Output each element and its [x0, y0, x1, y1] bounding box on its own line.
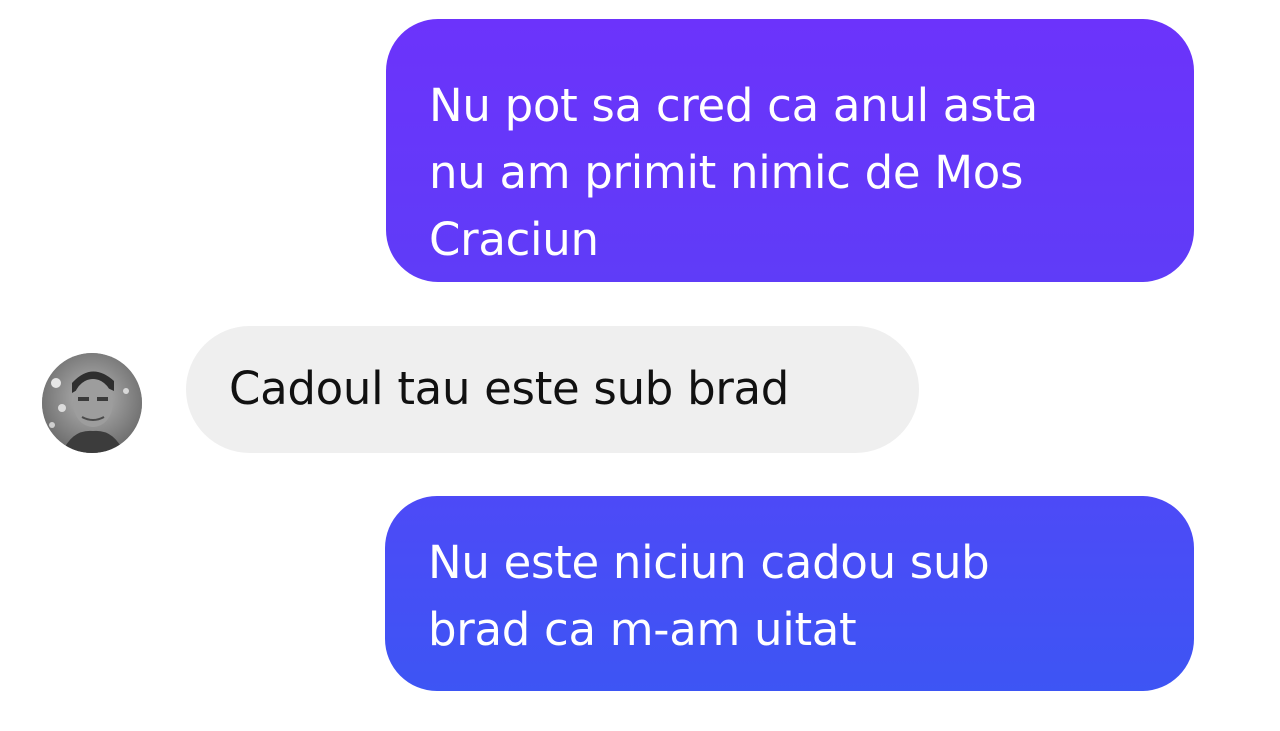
outgoing-message-bubble[interactable]: Nu este niciun cadou sub brad ca m-am ui… [385, 496, 1194, 691]
avatar-photo-icon [42, 353, 142, 453]
outgoing-message-bubble[interactable]: Nu pot sa cred ca anul asta nu am primit… [386, 19, 1194, 282]
contact-avatar[interactable] [42, 353, 142, 453]
incoming-message-bubble[interactable]: Cadoul tau este sub brad [186, 326, 919, 453]
